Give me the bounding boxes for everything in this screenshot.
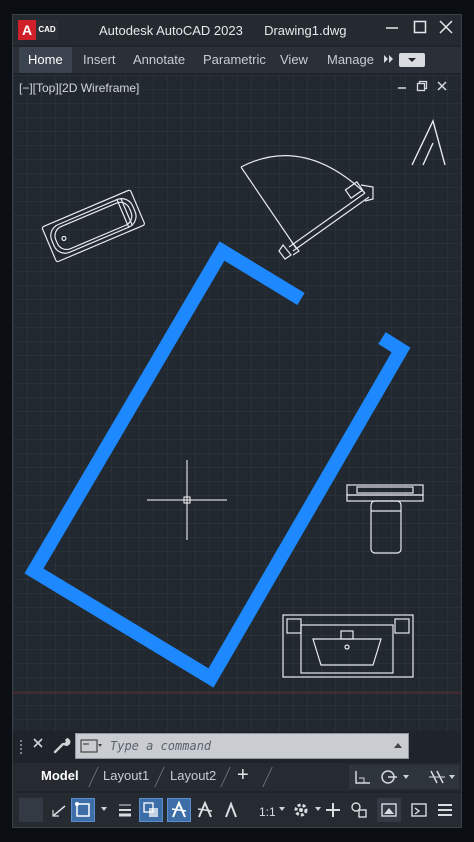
tab-separator: [220, 767, 231, 787]
minimize-icon: [386, 27, 398, 29]
hardware-accel-button[interactable]: [377, 798, 401, 822]
annotation-auto-icon: [225, 801, 237, 818]
window-title: Autodesk AutoCAD 2023 Drawing1.dwg: [99, 23, 346, 38]
annotation-visibility-icon: [197, 801, 213, 818]
minimize-window-button[interactable]: [381, 19, 403, 41]
crosshair-cursor: [147, 460, 227, 540]
command-line-bar: [13, 731, 461, 761]
annotation-scale-value[interactable]: 1:1: [259, 805, 276, 819]
tab-separator: [88, 767, 99, 787]
selection-cycling-button[interactable]: [71, 798, 95, 822]
settings-gear-icon: [294, 803, 308, 817]
tab-insert[interactable]: Insert: [83, 47, 116, 73]
annotation-visibility-button[interactable]: [193, 798, 217, 822]
door-block[interactable]: [240, 155, 374, 260]
double-chevron-right-icon[interactable]: [383, 52, 395, 66]
close-window-button[interactable]: [435, 19, 457, 41]
close-icon: [33, 738, 43, 748]
polar-tracking-icon[interactable]: [379, 768, 401, 786]
fullscreen-icon: [411, 803, 427, 817]
add-button[interactable]: [321, 798, 345, 822]
command-history-icon[interactable]: [80, 739, 102, 753]
layout-tools-group: [349, 765, 459, 789]
selected-wall-polyline[interactable]: [24, 241, 411, 688]
tab-parametric[interactable]: Parametric: [203, 47, 266, 73]
isodraft-icon[interactable]: [427, 768, 447, 786]
hardware-accel-icon: [381, 803, 397, 817]
command-input[interactable]: [110, 737, 390, 755]
annotation-auto-button[interactable]: [219, 798, 243, 822]
add-layout-button[interactable]: +: [237, 764, 249, 787]
settings-button[interactable]: [289, 798, 313, 822]
add-icon: [326, 803, 340, 817]
transparency-icon: [143, 802, 158, 817]
lineweight-button[interactable]: [113, 798, 137, 822]
selection-dropdown-icon[interactable]: [101, 807, 107, 811]
tab-layout1[interactable]: Layout1: [103, 768, 149, 783]
tab-annotate[interactable]: Annotate: [133, 47, 185, 73]
ortho-button[interactable]: [47, 798, 71, 822]
coordinate-system-icon[interactable]: [353, 768, 373, 786]
app-title: Autodesk AutoCAD 2023: [99, 23, 243, 38]
ribbon-dropdown[interactable]: [399, 53, 425, 67]
maximize-icon: [413, 20, 427, 34]
command-close-button[interactable]: [29, 735, 47, 755]
viewport-restore-button[interactable]: [413, 79, 431, 97]
layout-tabs-bar: Model Layout1 Layout2 +: [13, 763, 461, 791]
transparency-button[interactable]: [139, 798, 163, 822]
restore-icon: [416, 80, 428, 92]
logo-text: CAD: [36, 20, 58, 40]
lineweight-icon: [119, 804, 131, 817]
minimize-icon: [398, 87, 406, 89]
tab-layout2[interactable]: Layout2: [170, 768, 216, 783]
customization-menu-button[interactable]: [433, 798, 457, 822]
maximize-window-button[interactable]: [409, 19, 431, 41]
tab-separator: [262, 767, 273, 787]
title-bar: A CAD Autodesk AutoCAD 2023 Drawing1.dwg: [13, 15, 461, 45]
tab-view[interactable]: View: [280, 47, 308, 73]
close-icon: [439, 20, 453, 34]
fullscreen-button[interactable]: [407, 798, 431, 822]
isolate-icon: [351, 802, 367, 818]
grid-button[interactable]: [19, 798, 43, 822]
ortho-icon: [52, 805, 66, 817]
app-window: A CAD Autodesk AutoCAD 2023 Drawing1.dwg…: [12, 14, 462, 828]
status-bar: 1:1: [13, 793, 461, 827]
tab-model[interactable]: Model: [41, 768, 79, 783]
tab-home[interactable]: Home: [19, 47, 72, 73]
drawing-canvas: [13, 118, 461, 694]
viewport-label[interactable]: [−][Top][2D Wireframe]: [19, 81, 139, 95]
logo-letter: A: [18, 20, 36, 40]
selection-cycling-icon: [75, 802, 90, 817]
viewport-close-button[interactable]: [433, 79, 451, 97]
tab-separator: [154, 767, 165, 787]
app-logo[interactable]: A CAD: [18, 20, 60, 40]
hamburger-menu-icon: [438, 804, 452, 816]
tab-manage[interactable]: Manage: [327, 47, 374, 73]
wrench-icon[interactable]: [51, 735, 73, 755]
scale-dropdown-icon[interactable]: [279, 807, 285, 811]
sink-block[interactable]: [346, 484, 424, 554]
annotation-scale-button[interactable]: [167, 798, 191, 822]
polar-tracking-dropdown-icon[interactable]: [403, 775, 409, 779]
viewport-minimize-button[interactable]: [393, 79, 411, 97]
close-icon: [437, 81, 447, 91]
document-name: Drawing1.dwg: [264, 23, 347, 38]
ribbon-tabs: Home Insert Annotate Parametric View Man…: [13, 47, 461, 73]
bathtub-block[interactable]: [41, 189, 145, 263]
drawing-viewport[interactable]: [−][Top][2D Wireframe]: [13, 75, 461, 741]
vanity-block[interactable]: [282, 614, 414, 678]
viewcube-logo[interactable]: [411, 118, 446, 166]
annotation-scale-icon: [171, 801, 187, 818]
drag-grip-icon[interactable]: [19, 739, 23, 755]
isolate-button[interactable]: [347, 798, 371, 822]
command-box[interactable]: [75, 733, 409, 759]
command-expand-icon[interactable]: [394, 743, 402, 748]
isodraft-dropdown-icon[interactable]: [449, 775, 455, 779]
